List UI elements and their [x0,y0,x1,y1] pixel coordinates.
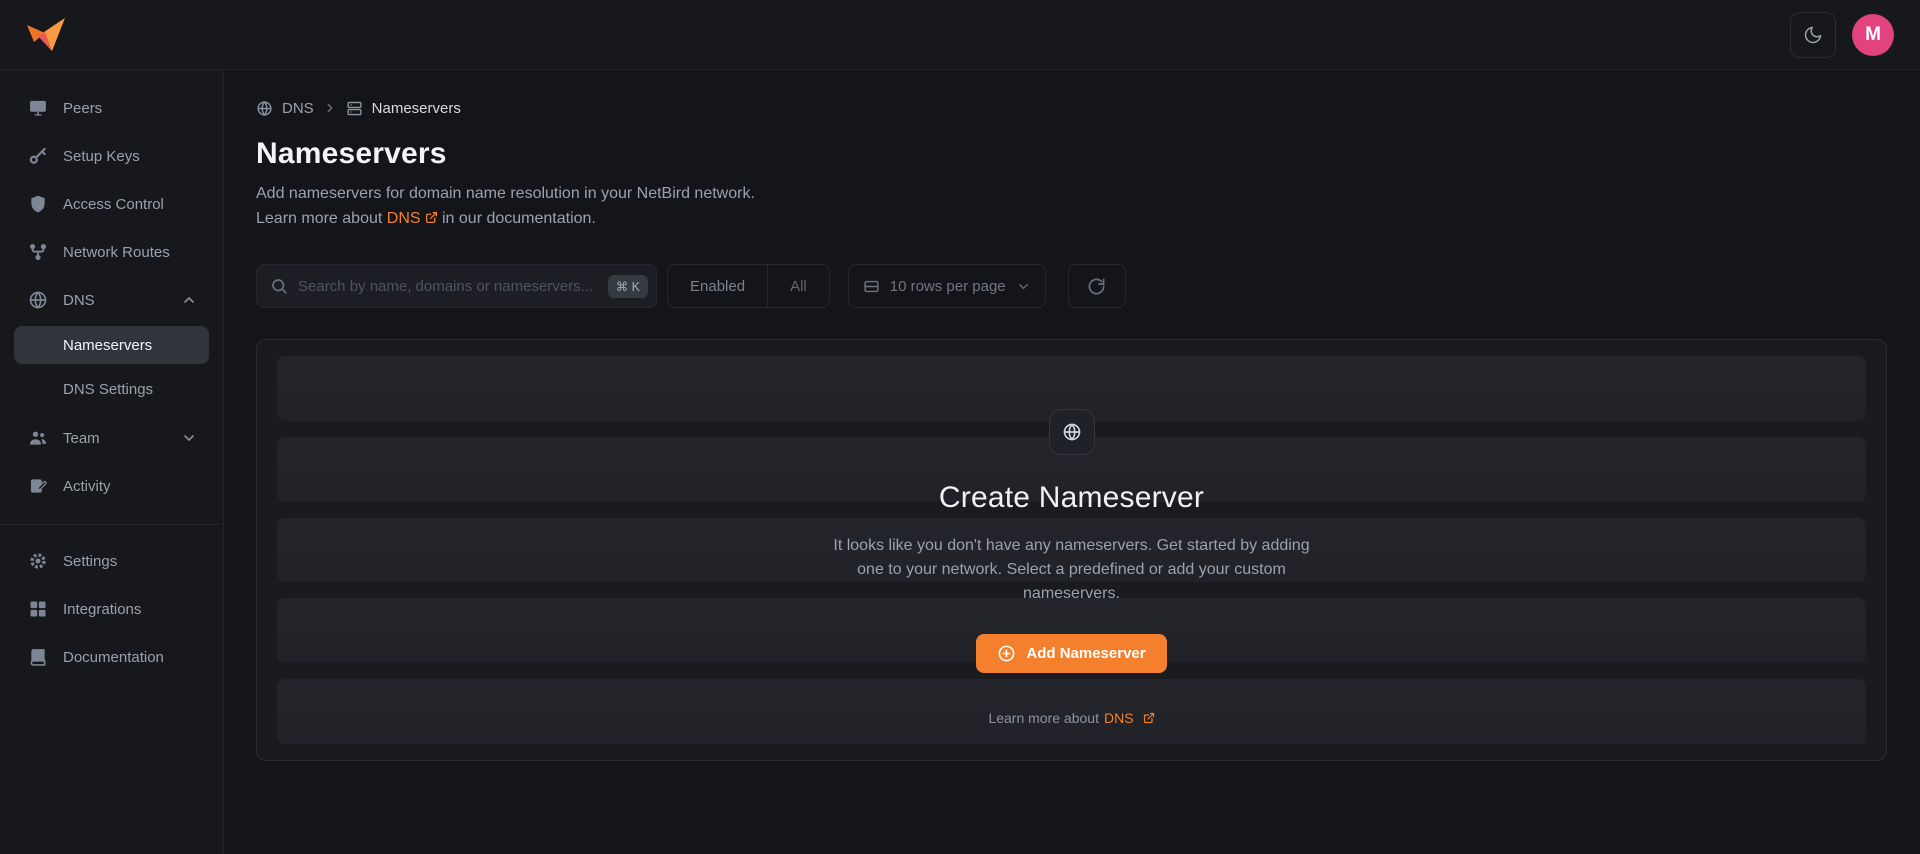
sidebar-item-label: Team [63,430,100,447]
activity-log-icon [28,476,48,496]
sidebar-item-label: Activity [63,478,111,495]
empty-state-footer: Learn more about DNS [988,710,1154,726]
grid-icon [28,599,48,619]
filter-segmented-control: Enabled All [667,264,830,308]
sidebar-item-label: Nameservers [63,337,152,354]
sidebar-item-label: Settings [63,553,117,570]
sidebar-item-dns-settings[interactable]: DNS Settings [14,370,209,408]
filter-enabled-button[interactable]: Enabled [668,265,768,307]
breadcrumb-current: Nameservers [372,100,461,117]
breadcrumb: DNS Nameservers [256,96,1887,120]
add-nameserver-label: Add Nameserver [1026,645,1145,662]
rows-per-page-label: 10 rows per page [890,278,1006,295]
globe-icon [28,290,48,310]
page-description: Add nameservers for domain name resoluti… [256,181,1887,231]
search-input[interactable] [298,278,598,295]
sidebar-item-label: Access Control [63,196,164,213]
sidebar-item-label: Setup Keys [63,148,140,165]
keyboard-shortcut-badge: ⌘ K [608,275,648,298]
add-nameserver-button[interactable]: Add Nameserver [976,634,1166,673]
sidebar-item-documentation[interactable]: Documentation [14,633,209,681]
network-routes-icon [28,242,48,262]
chevron-up-icon[interactable] [181,292,197,308]
avatar[interactable]: M [1852,14,1894,56]
sidebar-item-label: DNS [63,292,95,309]
external-link-icon [425,211,438,224]
learn-more-prefix: Learn more about [256,210,382,227]
dark-mode-toggle-button[interactable] [1790,12,1836,58]
external-link-icon [1143,712,1155,724]
chevron-down-icon [1016,279,1031,294]
main-content: DNS Nameservers Nameservers Add nameserv… [224,70,1920,854]
nameserver-globe-badge [1049,409,1095,455]
empty-state: Create Nameserver It looks like you don'… [257,340,1886,760]
refresh-button[interactable] [1068,264,1126,308]
sidebar-item-integrations[interactable]: Integrations [14,585,209,633]
dns-submenu: Nameservers DNS Settings [14,326,209,408]
sidebar-item-label: Documentation [63,649,164,666]
netbird-logo-icon[interactable] [26,18,66,52]
refresh-icon [1087,277,1106,296]
book-icon [28,647,48,667]
sidebar-item-access-control[interactable]: Access Control [14,180,209,228]
table-rows-icon [863,278,880,295]
filter-all-button[interactable]: All [768,265,829,307]
breadcrumb-section[interactable]: DNS [282,100,314,117]
sidebar: Peers Setup Keys Access Control [0,70,224,854]
learn-more-suffix: in our documentation. [442,210,596,227]
shield-icon [28,194,48,214]
dns-docs-link[interactable]: DNS [1104,710,1134,726]
sidebar-divider [0,524,223,525]
search-icon [270,277,288,295]
nameservers-empty-card: Create Nameserver It looks like you don'… [256,339,1887,761]
key-icon [28,146,48,166]
server-icon [346,100,363,117]
toolbar: ⌘ K Enabled All 10 rows per page [256,264,1887,308]
page-title: Nameservers [256,137,1887,171]
topbar-actions: M [1790,12,1894,58]
sidebar-item-label: Integrations [63,601,141,618]
rows-per-page-dropdown[interactable]: 10 rows per page [848,264,1046,308]
search-box[interactable]: ⌘ K [256,264,657,308]
topbar: M [0,0,1920,70]
sidebar-item-network-routes[interactable]: Network Routes [14,228,209,276]
globe-icon [1062,422,1082,442]
chevron-down-icon[interactable] [181,430,197,446]
sidebar-item-team[interactable]: Team [14,414,209,462]
moon-icon [1803,25,1823,45]
plus-circle-icon [997,644,1016,663]
page-description-text: Add nameservers for domain name resoluti… [256,185,755,202]
sidebar-item-activity[interactable]: Activity [14,462,209,510]
empty-state-description: It looks like you don't have any nameser… [832,534,1312,606]
footer-learn-prefix: Learn more about [988,710,1099,726]
sidebar-item-setup-keys[interactable]: Setup Keys [14,132,209,180]
avatar-initial: M [1865,24,1881,46]
sidebar-item-label: Network Routes [63,244,170,261]
sidebar-item-dns[interactable]: DNS [14,276,209,324]
monitor-icon [28,98,48,118]
chevron-right-icon [323,101,337,115]
dns-docs-link[interactable]: DNS [387,210,421,227]
sidebar-item-settings[interactable]: Settings [14,537,209,585]
sidebar-item-nameservers[interactable]: Nameservers [14,326,209,364]
globe-icon [256,100,273,117]
users-icon [28,428,48,448]
sidebar-item-label: DNS Settings [63,381,153,398]
gear-icon [28,551,48,571]
sidebar-item-peers[interactable]: Peers [14,84,209,132]
sidebar-item-label: Peers [63,100,102,117]
empty-state-title: Create Nameserver [939,481,1204,515]
